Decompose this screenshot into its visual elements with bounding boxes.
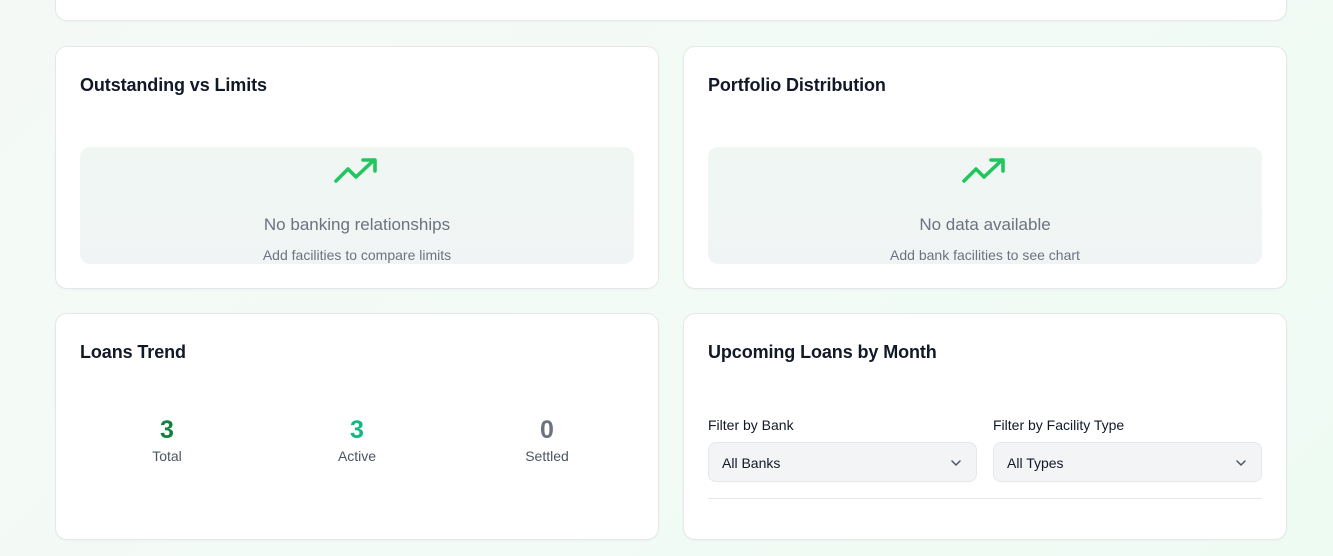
chevron-down-icon (1236, 460, 1246, 466)
facility-type-filter-select[interactable]: All Types (993, 442, 1262, 482)
card-title: Outstanding vs Limits (80, 75, 267, 95)
stat-settled: 0 Settled (487, 414, 607, 464)
upcoming-loans-card: Upcoming Loans by Month Filter by Bank A… (683, 313, 1287, 540)
trending-up-icon (334, 158, 377, 183)
stat-label: Active (337, 448, 377, 464)
chevron-down-icon (951, 460, 961, 466)
empty-state-subtitle: Add facilities to compare limits (262, 247, 452, 263)
divider (708, 498, 1262, 499)
filter-facility-type-label: Filter by Facility Type (993, 417, 1125, 433)
card-title: Loans Trend (80, 342, 186, 362)
empty-state-title: No banking relationships (263, 215, 451, 234)
top-card (55, 0, 1287, 21)
empty-state: No banking relationships Add facilities … (80, 147, 634, 264)
card-title: Upcoming Loans by Month (708, 342, 937, 362)
trending-up-icon (962, 158, 1005, 183)
filter-bank-label: Filter by Bank (708, 417, 794, 433)
loans-trend-card: Loans Trend 3 Total 3 Active 0 Settled (55, 313, 659, 540)
stat-label: Total (152, 448, 182, 464)
portfolio-distribution-card: Portfolio Distribution No data available… (683, 46, 1287, 289)
bank-filter-select[interactable]: All Banks (708, 442, 977, 482)
stat-active: 3 Active (297, 414, 417, 464)
stat-value: 3 (350, 416, 364, 444)
empty-state: No data available Add bank facilities to… (708, 147, 1262, 264)
card-title: Portfolio Distribution (708, 75, 886, 95)
outstanding-vs-limits-card: Outstanding vs Limits No banking relatio… (55, 46, 659, 289)
empty-state-title: No data available (919, 215, 1051, 234)
select-value: All Banks (722, 455, 781, 471)
stat-total: 3 Total (107, 414, 227, 464)
stat-value: 3 (160, 416, 174, 444)
select-value: All Types (1007, 455, 1064, 471)
empty-state-subtitle: Add bank facilities to see chart (890, 247, 1080, 263)
stat-value: 0 (540, 416, 554, 444)
stat-label: Settled (525, 448, 569, 464)
